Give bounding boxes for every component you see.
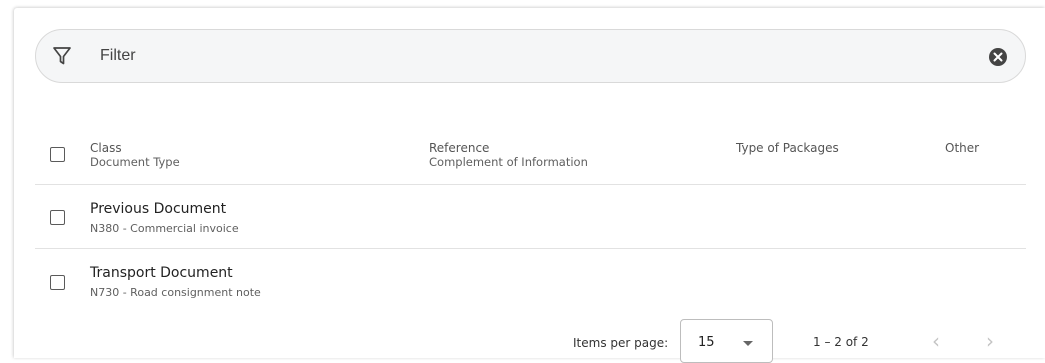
clear-icon[interactable] — [988, 47, 1008, 67]
select-all-checkbox[interactable] — [50, 147, 65, 162]
column-header-class-label: Class — [90, 141, 122, 155]
row-checkbox[interactable] — [50, 275, 65, 290]
row-title: Transport Document — [90, 265, 233, 281]
row-subtitle: N380 - Commercial invoice — [90, 222, 239, 235]
column-header-reference-label: Reference — [429, 141, 490, 155]
column-header-complement-label: Complement of Information — [429, 155, 588, 169]
column-header-other-label: Other — [945, 141, 980, 155]
filter-input[interactable] — [100, 42, 950, 70]
row-title: Previous Document — [90, 201, 227, 217]
items-per-page-label: Items per page: — [573, 336, 669, 350]
page-size-select[interactable]: 15 — [680, 319, 773, 363]
page-size-value: 15 — [698, 335, 715, 350]
column-header-type-of-packages-label: Type of Packages — [736, 141, 839, 155]
column-header-type-of-packages[interactable]: Type of Packages — [736, 141, 839, 155]
row-subtitle: N730 - Road consignment note — [90, 286, 261, 299]
chevron-left-icon[interactable]: ‹ — [927, 331, 945, 353]
column-header-document-type-label: Document Type — [90, 155, 180, 169]
row-divider — [35, 248, 1026, 249]
filter-bar[interactable] — [35, 29, 1026, 83]
header-divider — [35, 184, 1026, 185]
column-header-class[interactable]: Class Document Type — [90, 141, 180, 169]
dropdown-arrow-icon — [743, 341, 753, 346]
page-range-label: 1 – 2 of 2 — [813, 335, 869, 349]
column-header-reference[interactable]: Reference Complement of Information — [429, 141, 588, 169]
row-checkbox[interactable] — [50, 210, 65, 225]
filter-icon — [53, 47, 71, 65]
column-header-other[interactable]: Other — [945, 141, 979, 155]
chevron-right-icon[interactable]: › — [981, 331, 999, 353]
